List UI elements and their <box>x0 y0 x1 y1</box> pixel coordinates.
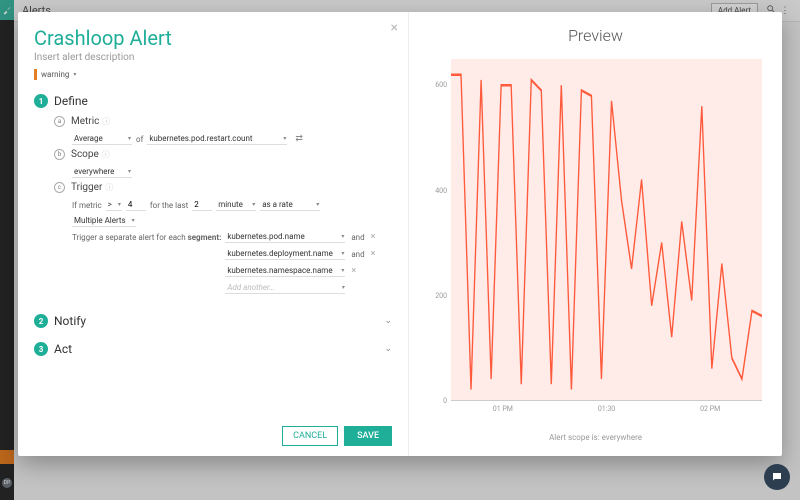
metric-name-select[interactable]: kubernetes.pod.restart.count <box>147 133 287 145</box>
remove-segment-icon[interactable]: × <box>371 249 376 259</box>
preview-title: Preview <box>425 26 766 45</box>
bullet-c: c <box>54 182 65 193</box>
x-tick: 01:30 <box>598 405 615 413</box>
if-metric-label: If metric <box>72 201 102 210</box>
scope-header: b Scope ⓘ <box>54 149 392 160</box>
multi-alerts-row: Multiple Alerts <box>72 215 392 227</box>
y-tick: 400 <box>425 187 447 195</box>
section-notify-title: Notify <box>54 314 384 328</box>
segment-select-1[interactable]: kubernetes.deployment.name <box>225 248 345 260</box>
step-number-2: 2 <box>34 314 48 328</box>
alert-title: Crashloop Alert <box>34 26 392 50</box>
section-define-header[interactable]: 1 Define <box>34 94 392 108</box>
section-act-header[interactable]: 3 Act ⌄ <box>34 342 392 356</box>
operator-select[interactable]: > <box>106 199 122 211</box>
modal-footer: CANCEL SAVE <box>34 416 392 446</box>
scope-label: Scope <box>71 149 99 160</box>
modal-right-pane: Preview 0 200 400 600 01 PM 01:30 02 PM Alert… <box>408 12 782 456</box>
threshold-input[interactable] <box>126 199 146 211</box>
section-act-title: Act <box>54 342 384 356</box>
y-tick: 0 <box>425 397 447 405</box>
multiple-alerts-select[interactable]: Multiple Alerts <box>72 215 136 227</box>
remove-segment-icon[interactable]: × <box>371 232 376 242</box>
segment-row: kubernetes.deployment.name and × <box>225 248 375 260</box>
scope-select[interactable]: everywhere <box>72 166 132 178</box>
section-act: 3 Act ⌄ <box>34 342 392 356</box>
metric-label: Metric <box>71 116 99 127</box>
segment-select-2[interactable]: kubernetes.namespace.name <box>225 265 345 277</box>
segment-add-row: Add another... <box>225 282 375 294</box>
section-define: 1 Define a Metric ⓘ Average of kubernete… <box>34 94 392 300</box>
duration-unit-select[interactable]: minute <box>216 199 256 211</box>
severity-label: warning <box>41 70 69 79</box>
chart-line <box>451 59 762 400</box>
trigger-condition-row: If metric > for the last minute as a rat… <box>72 199 392 211</box>
y-tick: 600 <box>425 81 447 89</box>
save-button[interactable]: SAVE <box>344 426 392 446</box>
metric-header: a Metric ⓘ <box>54 116 392 127</box>
scope-row: everywhere <box>72 166 392 178</box>
preview-chart: 0 200 400 600 01 PM 01:30 02 PM <box>425 55 766 427</box>
help-chat-button[interactable] <box>764 464 790 490</box>
chat-icon <box>771 471 783 483</box>
bullet-b: b <box>54 149 65 160</box>
bullet-a: a <box>54 116 65 127</box>
section-define-title: Define <box>54 94 392 108</box>
segment-row: kubernetes.namespace.name × <box>225 265 375 277</box>
alert-modal: × Crashloop Alert Insert alert descripti… <box>18 12 782 456</box>
modal-left-pane: × Crashloop Alert Insert alert descripti… <box>18 12 408 456</box>
chart-plot-area <box>451 59 762 401</box>
step-number-1: 1 <box>34 94 48 108</box>
segment-row: kubernetes.pod.name and × <box>225 231 375 243</box>
x-tick: 01 PM <box>493 405 513 413</box>
of-label: of <box>136 135 143 144</box>
add-segment-select[interactable]: Add another... <box>225 282 345 294</box>
section-notify: 2 Notify ⌄ <box>34 314 392 328</box>
x-tick: 02 PM <box>700 405 720 413</box>
cancel-button[interactable]: CANCEL <box>282 426 338 446</box>
scope-note: Alert scope is: everywhere <box>425 433 766 442</box>
trigger-header: c Trigger ⓘ <box>54 182 392 193</box>
severity-selector[interactable]: warning ▾ <box>34 69 392 80</box>
duration-value-input[interactable] <box>192 199 212 211</box>
chevron-down-icon: ⌄ <box>384 344 392 354</box>
close-icon[interactable]: × <box>391 20 398 36</box>
for-last-label: for the last <box>150 201 188 210</box>
rate-select[interactable]: as a rate <box>260 199 320 211</box>
segment-text: Trigger a separate alert for each segmen… <box>72 233 221 242</box>
trigger-label: Trigger <box>71 182 102 193</box>
info-icon[interactable]: ⓘ <box>105 182 113 193</box>
segment-rows: Trigger a separate alert for each segmen… <box>72 231 392 296</box>
segment-select-0[interactable]: kubernetes.pod.name <box>225 231 345 243</box>
info-icon[interactable]: ⓘ <box>102 116 110 127</box>
chevron-down-icon: ▾ <box>73 71 76 78</box>
and-label: and <box>351 250 364 259</box>
y-tick: 200 <box>425 292 447 300</box>
aggregation-select[interactable]: Average <box>72 133 132 145</box>
and-label: and <box>351 233 364 242</box>
alert-description-placeholder[interactable]: Insert alert description <box>34 52 392 63</box>
remove-segment-icon[interactable]: × <box>351 266 356 276</box>
metric-settings-icon[interactable]: ⇄ <box>295 134 303 144</box>
metric-row: Average of kubernetes.pod.restart.count … <box>72 133 392 145</box>
info-icon[interactable]: ⓘ <box>102 149 110 160</box>
chevron-down-icon: ⌄ <box>384 316 392 326</box>
section-notify-header[interactable]: 2 Notify ⌄ <box>34 314 392 328</box>
step-number-3: 3 <box>34 342 48 356</box>
